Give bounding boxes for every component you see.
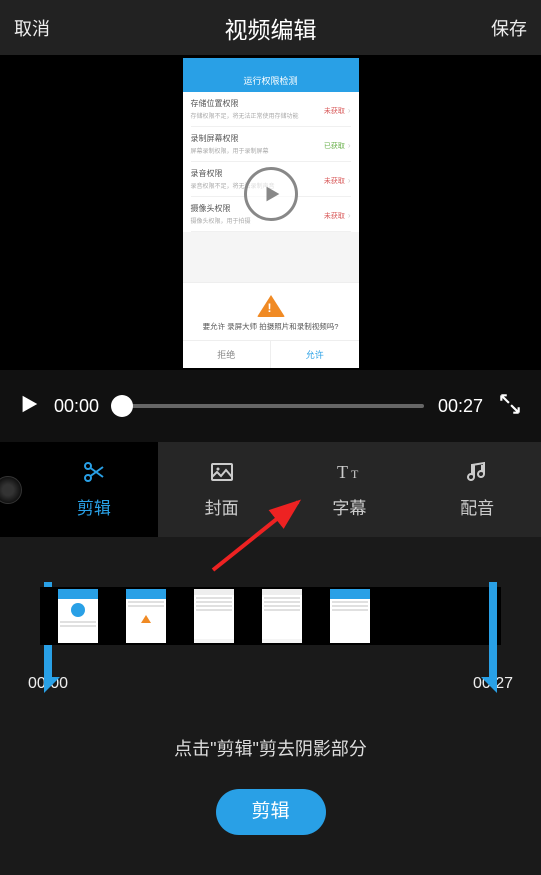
tool-tabs: 剪辑 封面 T T 字幕 配音 [0,442,541,537]
play-button[interactable] [18,393,40,420]
player-controls: 00:00 00:27 [0,370,541,442]
timeline-thumb [194,589,234,643]
timeline: 00:00 00:27 [0,537,541,693]
scissors-icon [80,460,108,484]
perm-row: 录制屏幕权限 屏幕录制权限，用于录制屏幕 已获取› [191,127,351,162]
tab-subtitle-label: 字幕 [332,494,366,519]
play-overlay-icon[interactable] [244,167,298,221]
duration-time: 00:27 [438,396,483,417]
header: 取消 视频编辑 保存 [0,0,541,55]
timeline-track[interactable] [40,587,501,645]
preview-dialog: 要允许 录屏大师 拍摄照片和录制视频吗? 拒绝 允许 [183,282,359,368]
progress-slider[interactable] [113,404,424,408]
tab-audio-label: 配音 [460,494,494,519]
tab-subtitle[interactable]: T T 字幕 [286,442,414,537]
preview-frame: 运行权限检测 存储位置权限 存储权限不足，将无法正常使用存储功能 未获取› 录制… [183,58,359,368]
trim-handle-end[interactable] [489,582,497,677]
progress-knob[interactable] [111,395,133,417]
preview-allow: 允许 [271,341,359,368]
image-icon [208,460,236,484]
trim-action-button[interactable]: 剪辑 [216,789,326,835]
tab-trim-label: 剪辑 [77,494,111,519]
save-button[interactable]: 保存 [491,15,527,41]
hint-text: 点击"剪辑"剪去阴影部分 [0,735,541,761]
lens-button[interactable] [0,442,30,537]
fullscreen-button[interactable] [497,391,523,422]
tab-trim[interactable]: 剪辑 [30,442,158,537]
music-icon [463,460,491,484]
timeline-thumb [330,589,370,643]
timeline-thumb [58,589,98,643]
tab-cover[interactable]: 封面 [158,442,286,537]
tab-cover-label: 封面 [205,494,239,519]
lens-icon [0,476,22,504]
current-time: 00:00 [54,396,99,417]
video-preview[interactable]: 运行权限检测 存储位置权限 存储权限不足，将无法正常使用存储功能 未获取› 录制… [0,55,541,370]
page-title: 视频编辑 [225,11,317,45]
timeline-thumb [262,589,302,643]
cancel-button[interactable]: 取消 [14,15,50,41]
svg-text:T: T [351,467,359,481]
tab-audio[interactable]: 配音 [413,442,541,537]
preview-title: 运行权限检测 [183,70,359,92]
timeline-thumb [126,589,166,643]
warning-icon [257,295,285,317]
svg-text:T: T [337,462,348,482]
preview-deny: 拒绝 [183,341,272,368]
perm-row: 存储位置权限 存储权限不足，将无法正常使用存储功能 未获取› [191,92,351,127]
text-icon: T T [335,460,363,484]
